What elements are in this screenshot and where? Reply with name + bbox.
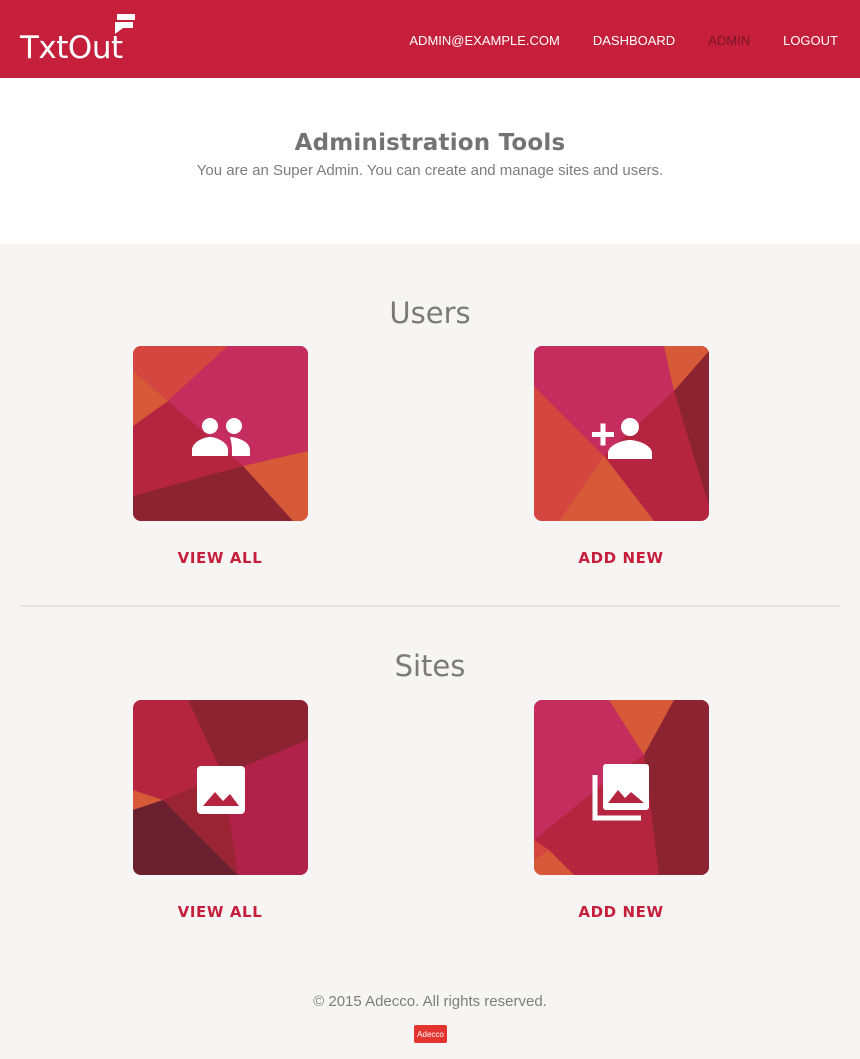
footer-copyright: © 2015 Adecco. All rights reserved. [313,993,547,1010]
logo-flag-icon [115,14,135,34]
nav-user-email[interactable]: ADMIN@EXAMPLE.COM [409,33,559,48]
adecco-logo: Adecco [414,1025,447,1043]
sites-section-title: Sites [394,649,466,683]
users-section-title: Users [389,296,471,330]
nav-admin[interactable]: ADMIN [708,33,750,48]
page-title: Administration Tools [294,130,566,156]
users-view-all-link[interactable]: VIEW ALL [120,549,320,567]
users-add-new-link[interactable]: ADD NEW [521,549,721,567]
person-add-icon [592,418,652,459]
image-icon [197,766,245,814]
page-subtitle: You are an Super Admin. You can create a… [196,162,664,179]
sites-add-new-tile[interactable] [534,700,709,875]
sites-view-all-link[interactable]: VIEW ALL [120,903,320,921]
sites-add-new-link[interactable]: ADD NEW [521,903,721,921]
top-navbar: TxtOut ADMIN@EXAMPLE.COM DASHBOARD ADMIN… [0,0,860,78]
logo-text: TxtOut [20,30,123,66]
users-view-all-tile[interactable] [133,346,308,521]
main-nav: ADMIN@EXAMPLE.COM DASHBOARD ADMIN LOGOUT [409,33,838,48]
nav-logout[interactable]: LOGOUT [783,33,838,48]
nav-dashboard[interactable]: DASHBOARD [593,33,675,48]
users-add-new-tile[interactable] [534,346,709,521]
group-icon [192,418,250,456]
section-divider [20,605,840,607]
sites-view-all-tile[interactable] [133,700,308,875]
page-header: Administration Tools You are an Super Ad… [0,78,860,244]
photo-library-icon [592,764,649,821]
